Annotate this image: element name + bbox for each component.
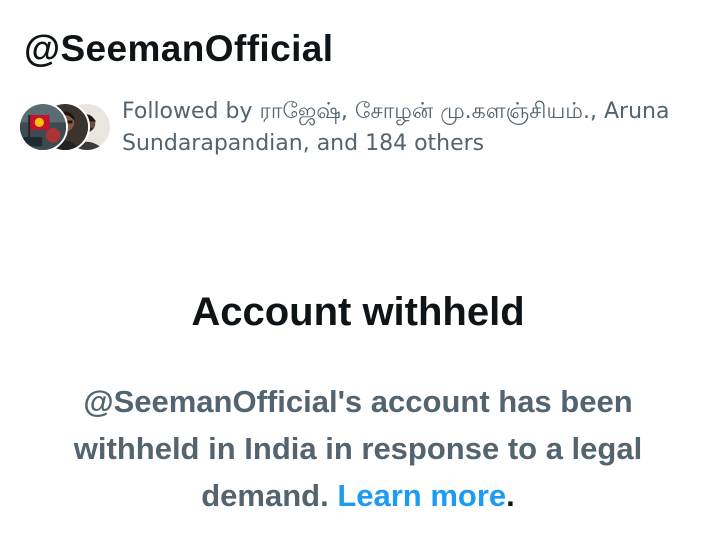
- trailing-period: .: [506, 478, 515, 513]
- followed-by-text[interactable]: Followed by ராஜேஷ், சோழன் மு.களஞ்சியம்.,…: [122, 96, 708, 160]
- learn-more-link[interactable]: Learn more: [337, 478, 506, 513]
- follower-avatars[interactable]: [18, 102, 114, 154]
- withheld-message: @SeemanOfficial's account has been withh…: [40, 378, 676, 519]
- follower-avatar-flag-icon[interactable]: [18, 102, 68, 152]
- followed-by-row[interactable]: Followed by ராஜேஷ், சோழன் மு.களஞ்சியம்.,…: [18, 96, 708, 160]
- withheld-title: Account withheld: [191, 290, 525, 334]
- profile-handle: @SeemanOfficial: [24, 28, 334, 69]
